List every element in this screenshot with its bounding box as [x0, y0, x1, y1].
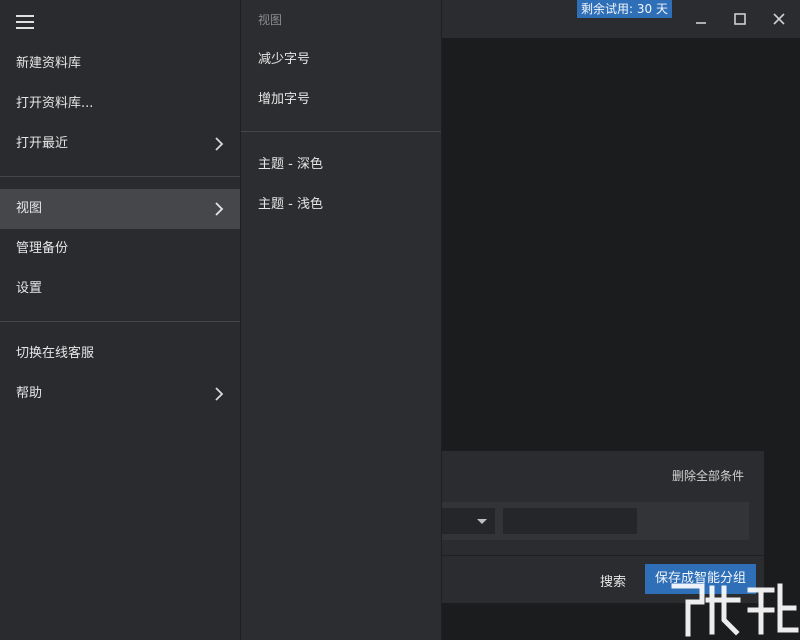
menu-item-label: 帮助: [16, 386, 43, 401]
delete-all-conditions-button[interactable]: 删除全部条件: [672, 467, 744, 484]
submenu-header: 视图: [258, 13, 283, 27]
close-icon: [773, 13, 785, 25]
view-submenu: 视图 减少字号 增加字号 主题 - 深色 主题 - 浅色: [241, 0, 442, 640]
menu-item-label: 打开资料库...: [16, 96, 94, 111]
minimize-button[interactable]: [689, 8, 713, 30]
menu-item-help[interactable]: 帮助: [0, 374, 240, 414]
menu-item-new-library[interactable]: 新建资料库: [0, 44, 240, 84]
filter-condition-row: [400, 502, 749, 540]
menu-item-online-support[interactable]: 切换在线客服: [0, 334, 240, 374]
submenu-item-label: 增加字号: [258, 92, 311, 107]
menu-separator: [0, 321, 240, 322]
side-drawer-menu: 新建资料库 打开资料库... 打开最近 视图 管理备份 设置 切换在线客服 帮助: [0, 0, 241, 640]
search-button[interactable]: 搜索: [600, 571, 626, 590]
minimize-icon: [696, 22, 706, 24]
submenu-item-theme-dark[interactable]: 主题 - 深色: [241, 145, 441, 185]
menu-item-label: 管理备份: [16, 241, 69, 256]
caret-down-icon: [477, 519, 487, 524]
watermark-logo: [671, 583, 799, 637]
hamburger-menu-icon[interactable]: [16, 14, 34, 30]
menu-item-open-library[interactable]: 打开资料库...: [0, 84, 240, 124]
submenu-item-decrease-font[interactable]: 减少字号: [241, 40, 441, 80]
menu-item-label: 打开最近: [16, 136, 69, 151]
chevron-right-icon: [215, 387, 224, 401]
submenu-separator: [241, 131, 441, 132]
chevron-right-icon: [215, 137, 224, 151]
trial-badge[interactable]: 剩余试用: 30 天: [577, 0, 672, 18]
menu-item-open-recent[interactable]: 打开最近: [0, 124, 240, 164]
submenu-item-label: 减少字号: [258, 52, 311, 67]
submenu-item-theme-light[interactable]: 主题 - 浅色: [241, 185, 441, 225]
maximize-icon: [734, 13, 746, 25]
menu-separator: [0, 176, 240, 177]
divider: [400, 555, 764, 556]
submenu-item-increase-font[interactable]: 增加字号: [241, 80, 441, 120]
maximize-button[interactable]: [728, 8, 752, 30]
filter-value-input[interactable]: [503, 508, 637, 534]
submenu-item-label: 主题 - 浅色: [258, 197, 323, 212]
menu-item-manage-backup[interactable]: 管理备份: [0, 229, 240, 269]
close-button[interactable]: [767, 8, 791, 30]
menu-item-label: 视图: [16, 201, 43, 216]
menu-item-view[interactable]: 视图: [0, 189, 240, 229]
menu-item-label: 切换在线客服: [16, 346, 95, 361]
submenu-item-label: 主题 - 深色: [258, 157, 323, 172]
menu-item-label: 设置: [16, 281, 43, 296]
menu-item-settings[interactable]: 设置: [0, 269, 240, 309]
menu-item-label: 新建资料库: [16, 56, 82, 71]
chevron-right-icon: [215, 202, 224, 216]
